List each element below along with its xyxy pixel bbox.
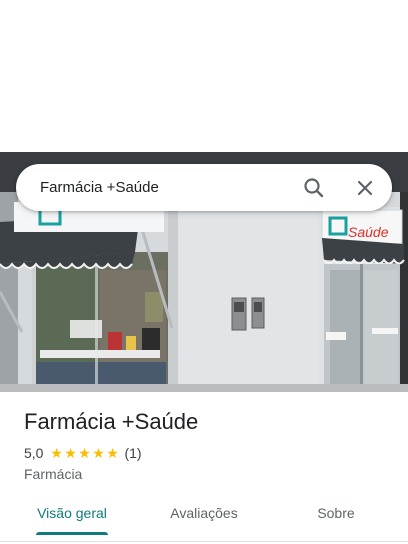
tab-about[interactable]: Sobre [282, 494, 390, 534]
star-icon: ★ [92, 445, 105, 461]
place-category[interactable]: Farmácia [24, 465, 82, 483]
tab-bar: Visão geral Avaliações Sobre [0, 494, 408, 538]
search-input[interactable]: Farmácia +Saúde [40, 178, 159, 197]
place-title: Farmácia +Saúde [24, 409, 199, 434]
tab-overview[interactable]: Visão geral [18, 494, 126, 534]
active-tab-indicator [36, 532, 108, 535]
star-rating: ★ ★ ★ ★ ★ [49, 446, 119, 460]
star-icon: ★ [106, 445, 119, 461]
search-icon[interactable] [300, 174, 328, 202]
search-bar[interactable]: Farmácia +Saúde [16, 164, 392, 211]
divider [0, 541, 408, 542]
star-icon: ★ [64, 445, 77, 461]
tab-reviews[interactable]: Avaliações [150, 494, 258, 534]
rating-value: 5,0 [24, 445, 44, 461]
star-icon: ★ [50, 445, 63, 461]
rating-row[interactable]: 5,0 ★ ★ ★ ★ ★ (1) [24, 444, 142, 462]
close-icon[interactable] [351, 174, 379, 202]
review-count[interactable]: (1) [124, 445, 141, 461]
star-icon: ★ [78, 445, 91, 461]
sign-brand-text: Saúde [348, 224, 389, 240]
